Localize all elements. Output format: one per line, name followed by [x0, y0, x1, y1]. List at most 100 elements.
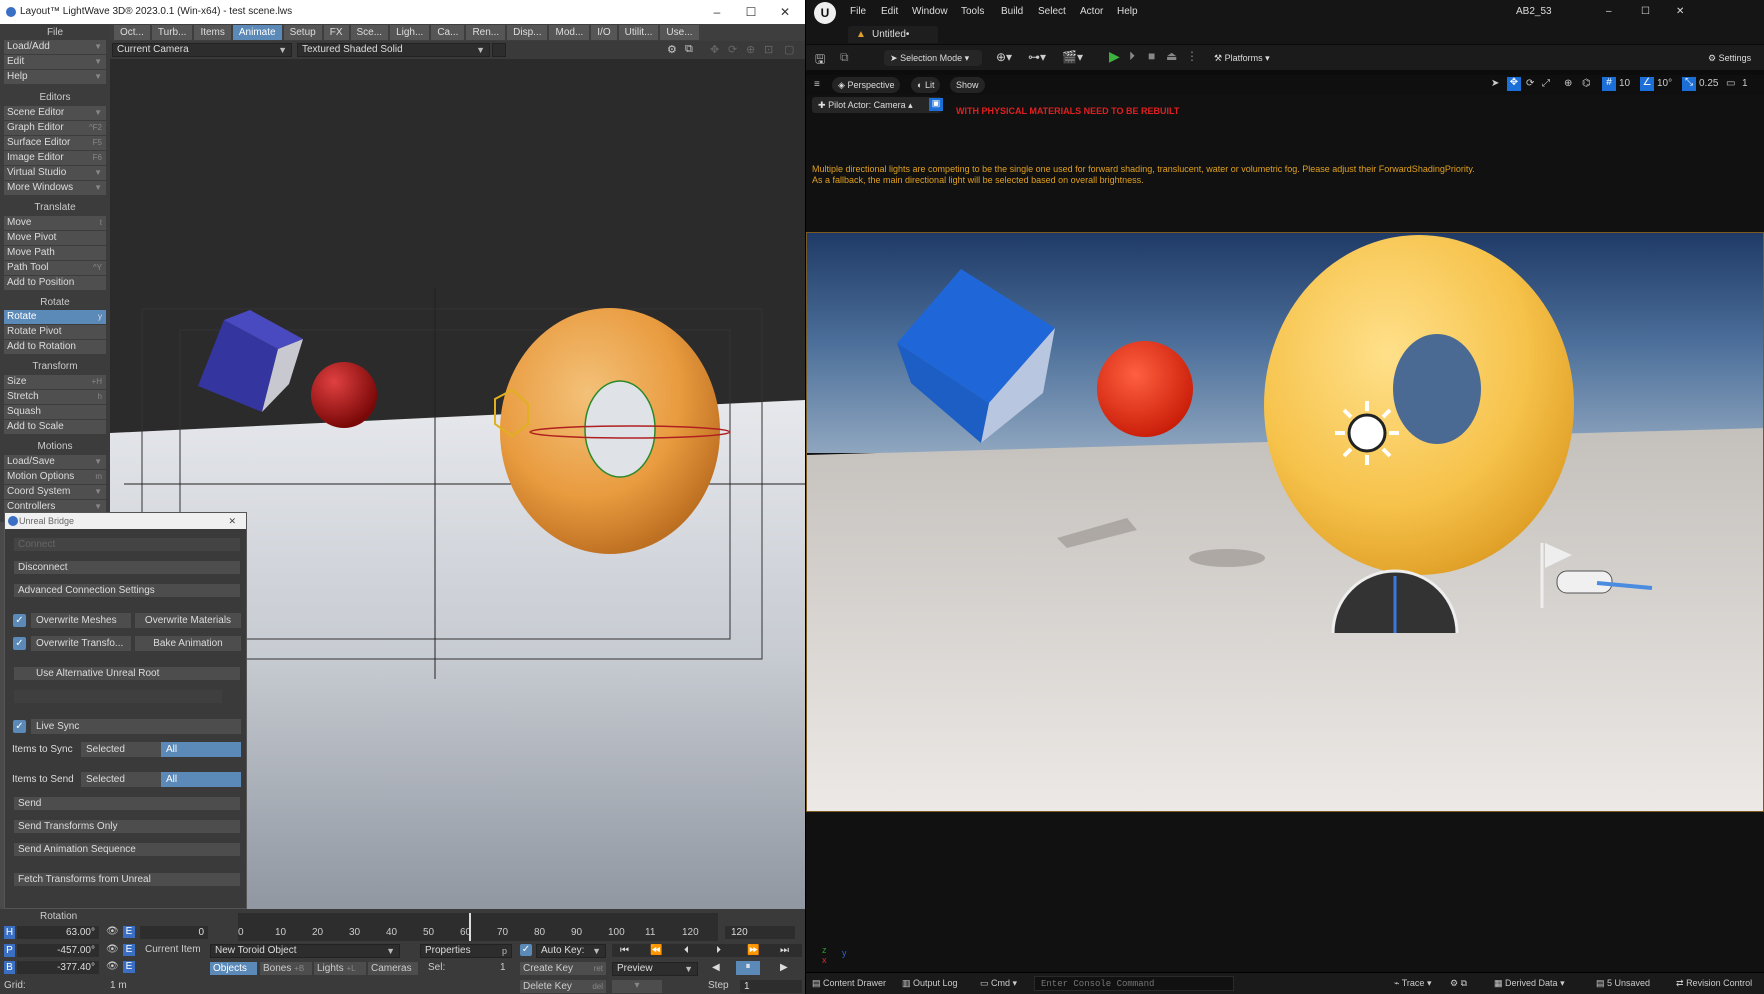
cinematics-icon[interactable]: 🎬▾: [1062, 50, 1083, 64]
create-key-button[interactable]: Create Key ret: [520, 962, 606, 975]
content-drawer-button[interactable]: ▤ Content Drawer: [812, 978, 886, 989]
close-icon[interactable]: ✕: [228, 513, 236, 529]
camera-speed-icon[interactable]: ▭: [1726, 78, 1735, 89]
menu-file[interactable]: File: [850, 6, 866, 17]
prev-key-icon[interactable]: ⏪: [650, 944, 662, 957]
camera-select[interactable]: Current Camera ▼: [112, 43, 292, 57]
menu-window[interactable]: Window: [912, 6, 948, 17]
tab-oct[interactable]: Oct...: [114, 25, 150, 40]
move-view-icon[interactable]: ✥: [710, 43, 719, 56]
eject-pilot-icon[interactable]: ▣: [929, 98, 943, 111]
selection-mode-button[interactable]: ➤ Selection Mode ▾: [884, 50, 982, 66]
image-editor-button[interactable]: Image Editor F6: [4, 151, 106, 165]
send-animation-button[interactable]: Send Animation Sequence: [13, 842, 241, 857]
overwrite-transforms-checkbox[interactable]: ✓: [13, 637, 26, 650]
surface-editor-button[interactable]: Surface Editor F5: [4, 136, 106, 150]
world-icon[interactable]: ⊕: [1564, 78, 1572, 89]
squash-button[interactable]: Squash: [4, 405, 106, 419]
play-icon[interactable]: ⏵: [716, 944, 721, 957]
pitch-field[interactable]: -457.00°: [17, 944, 99, 957]
source-control-icon[interactable]: ⧉: [840, 50, 849, 65]
directional-light-icon[interactable]: [1335, 401, 1399, 465]
size-button[interactable]: Size +H: [4, 375, 106, 389]
menu-tools[interactable]: Tools: [961, 6, 984, 17]
coord-system-button[interactable]: Coord System ▼: [4, 485, 106, 499]
step-field[interactable]: 1: [740, 980, 802, 993]
status-settings-icon[interactable]: ⚙ ⧉: [1450, 978, 1467, 989]
alt-root-button[interactable]: Use Alternative Unreal Root: [13, 666, 241, 681]
envelope-p-button[interactable]: E: [123, 944, 135, 956]
menu-edit[interactable]: Edit: [881, 6, 898, 17]
menu-build[interactable]: Build: [1001, 6, 1023, 17]
camera-view-icon[interactable]: ⧉: [685, 43, 693, 56]
move-button[interactable]: Move t: [4, 216, 106, 230]
viewport-options-button[interactable]: [492, 43, 506, 57]
send-selected-option[interactable]: Selected: [81, 772, 161, 787]
hamburger-icon[interactable]: ≡: [814, 79, 820, 90]
maximize-view-icon[interactable]: ▢: [784, 43, 794, 56]
lit-button[interactable]: ◐ Lit: [911, 77, 941, 93]
bones-tab[interactable]: Bones +B: [260, 962, 312, 975]
fetch-transforms-button[interactable]: Fetch Transforms from Unreal: [13, 872, 241, 887]
settings-button[interactable]: ⚙ Settings: [1702, 50, 1764, 66]
shading-select[interactable]: Textured Shaded Solid ▼: [297, 43, 490, 57]
scale-tool-icon[interactable]: ⤢: [1542, 78, 1550, 89]
tab-items[interactable]: Items: [194, 25, 231, 40]
revision-control-button[interactable]: ⇄ Revision Control: [1676, 978, 1764, 989]
move-pivot-button[interactable]: Move Pivot: [4, 231, 106, 245]
path-tool-button[interactable]: Path Tool ^Y: [4, 261, 106, 275]
auto-key-select[interactable]: Auto Key: ▼: [536, 944, 606, 958]
grid-snap-icon[interactable]: #: [1602, 77, 1616, 91]
scale-snap-icon[interactable]: ⤡: [1682, 77, 1696, 91]
lights-tab[interactable]: Lights +L: [314, 962, 366, 975]
send-button[interactable]: Send: [13, 796, 241, 811]
alt-root-path-field[interactable]: [13, 689, 223, 704]
timeline[interactable]: 0 10 20 30 40 50 60 70 80 90 100 11 120: [238, 913, 718, 941]
virtual-studio-button[interactable]: Virtual Studio ▼: [4, 166, 106, 180]
sync-all-option[interactable]: All: [161, 742, 241, 757]
first-frame-icon[interactable]: ⏮: [620, 944, 629, 957]
add-actor-icon[interactable]: ⊕▾: [996, 50, 1012, 64]
rotate-view-icon[interactable]: ⟳: [728, 43, 737, 56]
send-transforms-button[interactable]: Send Transforms Only: [13, 819, 241, 834]
play-icon[interactable]: ▶: [1109, 48, 1120, 65]
eye-icon[interactable]: 👁: [106, 961, 119, 972]
play-reverse-icon[interactable]: ◀: [712, 962, 720, 973]
envelope-b-button[interactable]: E: [123, 961, 135, 973]
select-tool-icon[interactable]: ➤: [1491, 78, 1499, 89]
menu-help[interactable]: Help: [1117, 6, 1138, 17]
edit-button[interactable]: Edit ▼: [4, 55, 106, 69]
surface-snap-icon[interactable]: ⌬: [1582, 78, 1591, 89]
play-forward-icon[interactable]: ▶: [780, 962, 788, 973]
tab-user[interactable]: Use...: [660, 25, 699, 40]
save-icon[interactable]: 🖫: [815, 50, 825, 71]
more-options-icon[interactable]: ⋮: [1186, 49, 1198, 63]
eye-icon[interactable]: 👁: [106, 926, 119, 937]
cmd-button[interactable]: ▭ Cmd ▾: [980, 978, 1017, 989]
heading-field[interactable]: 63.00°: [17, 926, 99, 939]
derived-data-button[interactable]: ▦ Derived Data ▾: [1494, 978, 1565, 989]
tab-camera[interactable]: Ca...: [431, 25, 465, 40]
stretch-button[interactable]: Stretch h: [4, 390, 106, 404]
tab-animate[interactable]: Animate: [232, 25, 282, 40]
output-log-button[interactable]: ▥ Output Log: [902, 978, 958, 989]
add-to-rotation-button[interactable]: Add to Rotation: [4, 340, 106, 354]
load-add-button[interactable]: Load/Add ▼: [4, 40, 106, 54]
angle-snap-value[interactable]: 10°: [1657, 78, 1672, 89]
close-icon[interactable]: ✕: [1676, 6, 1684, 17]
translate-tool-icon[interactable]: ✥: [1507, 77, 1521, 91]
tab-utilities[interactable]: Utilit...: [618, 25, 659, 40]
menu-actor[interactable]: Actor: [1080, 6, 1103, 17]
tab-fx[interactable]: FX: [323, 25, 349, 40]
tab-turb[interactable]: Turb...: [151, 25, 193, 40]
bank-field[interactable]: -377.40°: [17, 961, 99, 974]
connect-button[interactable]: Connect: [13, 537, 241, 552]
end-frame-field[interactable]: 120: [725, 926, 795, 939]
tab-render[interactable]: Ren...: [466, 25, 506, 40]
perspective-button[interactable]: ◈ Perspective: [832, 77, 901, 93]
eject-icon[interactable]: ⏏: [1166, 49, 1177, 63]
step-back-icon[interactable]: ⏴: [684, 944, 689, 957]
step-icon[interactable]: ⏵: [1129, 49, 1135, 64]
minimize-icon[interactable]: –: [1606, 6, 1612, 17]
sync-selected-option[interactable]: Selected: [81, 742, 161, 757]
